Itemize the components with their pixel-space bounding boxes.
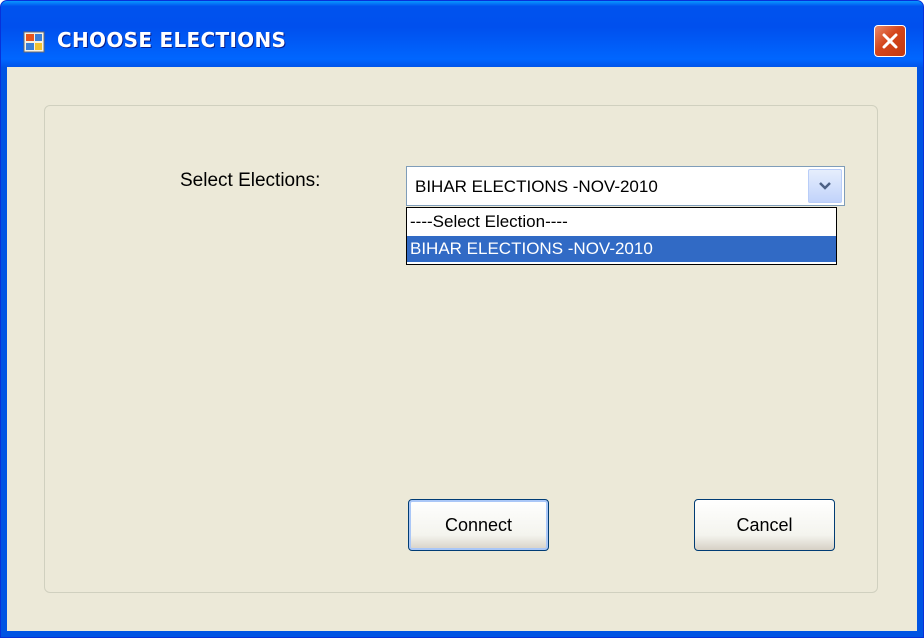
dropdown-option-selected[interactable]: BIHAR ELECTIONS -NOV-2010	[407, 236, 836, 262]
title-bar[interactable]: CHOOSE ELECTIONS	[1, 1, 923, 67]
window-title: CHOOSE ELECTIONS	[57, 28, 287, 52]
elections-combo-box[interactable]: BIHAR ELECTIONS -NOV-2010	[406, 166, 845, 206]
combo-dropdown-button[interactable]	[808, 169, 842, 203]
combo-selected-value: BIHAR ELECTIONS -NOV-2010	[415, 177, 658, 196]
close-icon	[882, 33, 898, 49]
select-elections-label: Select Elections:	[180, 170, 321, 191]
dialog-window: CHOOSE ELECTIONS Select Elections: BIHAR…	[0, 0, 924, 638]
elections-dropdown-list[interactable]: ----Select Election---- BIHAR ELECTIONS …	[406, 207, 837, 265]
cancel-button[interactable]: Cancel	[694, 499, 835, 551]
close-button[interactable]	[874, 25, 906, 57]
connect-button[interactable]: Connect	[408, 499, 549, 551]
group-box: Select Elections: BIHAR ELECTIONS -NOV-2…	[44, 105, 878, 593]
chevron-down-icon	[819, 182, 831, 190]
app-window-icon	[23, 31, 45, 53]
dropdown-option[interactable]: ----Select Election----	[407, 209, 836, 235]
dialog-client-area: Select Elections: BIHAR ELECTIONS -NOV-2…	[7, 67, 917, 631]
